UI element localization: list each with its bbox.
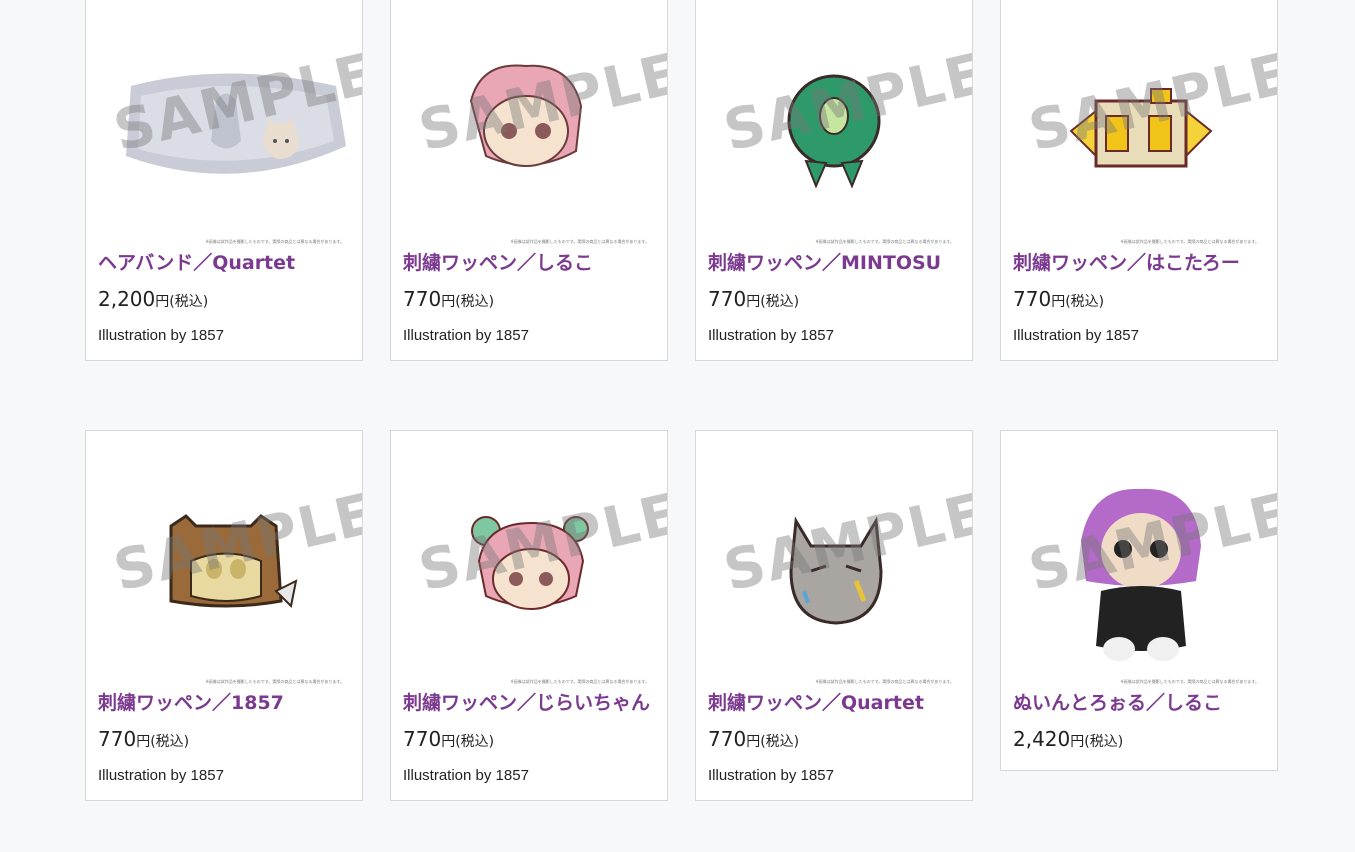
product-image[interactable]: SAMPLE ※画像は試作品を撮影したものです。実際の商品とは異なる場合がありま… bbox=[1001, 0, 1277, 249]
product-price: 2,200円(税込) bbox=[98, 287, 209, 311]
headband-image bbox=[126, 73, 346, 174]
product-card-mintosu-patch[interactable]: SAMPLE ※画像は試作品を撮影したものです。実際の商品とは異なる場合がありま… bbox=[695, 0, 973, 361]
product-title[interactable]: 刺繍ワッペン／Quartet bbox=[708, 691, 960, 716]
product-title[interactable]: 刺繍ワッペン／じらいちゃん bbox=[403, 691, 655, 716]
product-image[interactable]: SAMPLE ※画像は試作品を撮影したものです。実際の商品とは異なる場合がありま… bbox=[391, 0, 667, 249]
image-disclaimer: ※画像は試作品を撮影したものです。実際の商品とは異なる場合があります。 bbox=[205, 679, 344, 684]
shiruko-patch-image bbox=[469, 64, 583, 167]
product-price: 770円(税込) bbox=[403, 287, 495, 311]
product-card-shiruko-patch[interactable]: SAMPLE ※画像は試作品を撮影したものです。実際の商品とは異なる場合がありま… bbox=[390, 0, 668, 361]
product-image[interactable]: SAMPLE ※画像は試作品を撮影したものです。実際の商品とは異なる場合がありま… bbox=[391, 431, 667, 689]
product-image[interactable]: SAMPLE ※画像は試作品を撮影したものです。実際の商品とは異なる場合がありま… bbox=[86, 0, 362, 249]
jiraichan-patch-image bbox=[471, 516, 589, 610]
product-price: 2,420円(税込) bbox=[1013, 727, 1124, 751]
patch-1857-image bbox=[169, 514, 298, 609]
product-card-jiraichan-patch[interactable]: SAMPLE ※画像は試作品を撮影したものです。実際の商品とは異なる場合がありま… bbox=[390, 430, 668, 801]
product-card-1857-patch[interactable]: SAMPLE ※画像は試作品を撮影したものです。実際の商品とは異なる場合がありま… bbox=[85, 430, 363, 801]
mintosu-patch-image bbox=[787, 74, 881, 189]
image-disclaimer: ※画像は試作品を撮影したものです。実際の商品とは異なる場合があります。 bbox=[510, 679, 649, 684]
product-price: 770円(税込) bbox=[403, 727, 495, 751]
illustration-credit: Illustration by 1857 bbox=[1013, 327, 1139, 344]
product-title[interactable]: 刺繍ワッペン／しるこ bbox=[403, 251, 655, 276]
product-title[interactable]: 刺繍ワッペン／はこたろー bbox=[1013, 251, 1265, 276]
product-title[interactable]: ぬいんとろぉる／しるこ bbox=[1013, 691, 1265, 716]
image-disclaimer: ※画像は試作品を撮影したものです。実際の商品とは異なる場合があります。 bbox=[510, 239, 649, 244]
illustration-credit: Illustration by 1857 bbox=[708, 327, 834, 344]
product-price: 770円(税込) bbox=[1013, 287, 1105, 311]
illustration-credit: Illustration by 1857 bbox=[98, 767, 224, 784]
illustration-credit: Illustration by 1857 bbox=[98, 327, 224, 344]
product-grid: SAMPLE ※画像は試作品を撮影したものです。実際の商品とは異なる場合がありま… bbox=[0, 0, 1355, 852]
product-price: 770円(税込) bbox=[708, 287, 800, 311]
illustration-credit: Illustration by 1857 bbox=[403, 327, 529, 344]
product-card-hakotaro-patch[interactable]: SAMPLE ※画像は試作品を撮影したものです。実際の商品とは異なる場合がありま… bbox=[1000, 0, 1278, 361]
product-card-headband[interactable]: SAMPLE ※画像は試作品を撮影したものです。実際の商品とは異なる場合がありま… bbox=[85, 0, 363, 361]
illustration-credit: Illustration by 1857 bbox=[403, 767, 529, 784]
image-disclaimer: ※画像は試作品を撮影したものです。実際の商品とは異なる場合があります。 bbox=[205, 239, 344, 244]
product-title[interactable]: ヘアバンド／Quartet bbox=[98, 251, 350, 276]
product-title[interactable]: 刺繍ワッペン／MINTOSU bbox=[708, 251, 960, 276]
illustration-credit: Illustration by 1857 bbox=[708, 767, 834, 784]
image-disclaimer: ※画像は試作品を撮影したものです。実際の商品とは異なる場合があります。 bbox=[815, 679, 954, 684]
quartet-patch-image bbox=[789, 516, 883, 625]
product-image[interactable]: SAMPLE ※画像は試作品を撮影したものです。実際の商品とは異なる場合がありま… bbox=[1001, 431, 1277, 689]
plush-shiruko-image bbox=[1081, 488, 1201, 661]
image-disclaimer: ※画像は試作品を撮影したものです。実際の商品とは異なる場合があります。 bbox=[1120, 239, 1259, 244]
product-image[interactable]: SAMPLE ※画像は試作品を撮影したものです。実際の商品とは異なる場合がありま… bbox=[86, 431, 362, 689]
product-image[interactable]: SAMPLE ※画像は試作品を撮影したものです。実際の商品とは異なる場合がありま… bbox=[696, 431, 972, 689]
product-title[interactable]: 刺繍ワッペン／1857 bbox=[98, 691, 350, 716]
image-disclaimer: ※画像は試作品を撮影したものです。実際の商品とは異なる場合があります。 bbox=[815, 239, 954, 244]
product-card-quartet-patch[interactable]: SAMPLE ※画像は試作品を撮影したものです。実際の商品とは異なる場合がありま… bbox=[695, 430, 973, 801]
product-card-shiruko-plush[interactable]: SAMPLE ※画像は試作品を撮影したものです。実際の商品とは異なる場合がありま… bbox=[1000, 430, 1278, 771]
hakotaro-patch-image bbox=[1069, 88, 1213, 168]
product-image[interactable]: SAMPLE ※画像は試作品を撮影したものです。実際の商品とは異なる場合がありま… bbox=[696, 0, 972, 249]
image-disclaimer: ※画像は試作品を撮影したものです。実際の商品とは異なる場合があります。 bbox=[1120, 679, 1259, 684]
product-price: 770円(税込) bbox=[708, 727, 800, 751]
product-price: 770円(税込) bbox=[98, 727, 190, 751]
